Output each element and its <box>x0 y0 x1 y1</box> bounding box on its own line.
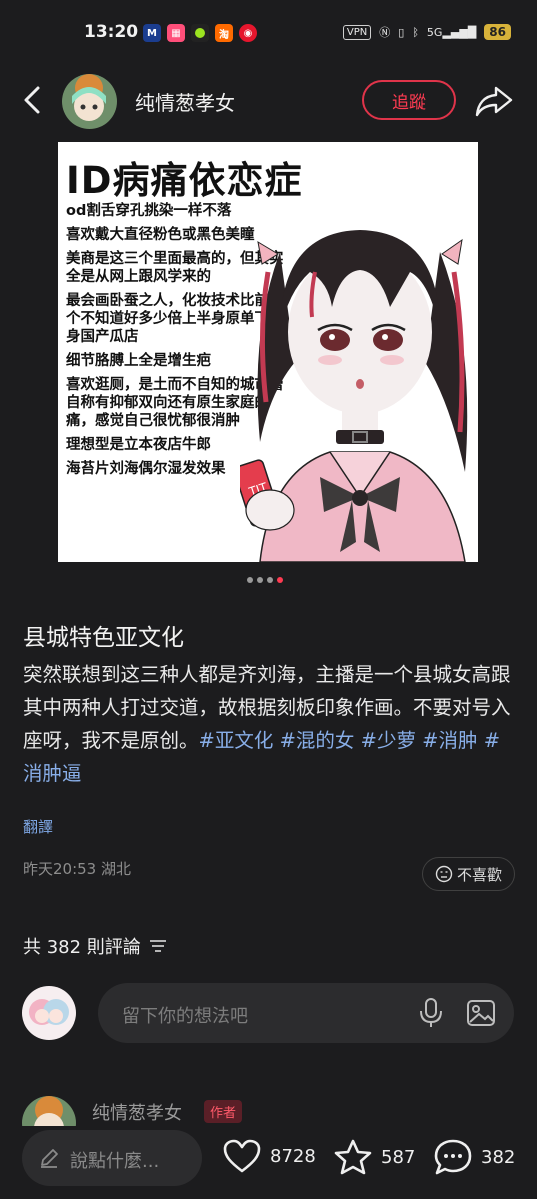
bluetooth-icon: ᛒ <box>412 25 419 39</box>
sad-face-icon <box>435 865 453 883</box>
favorite-button[interactable]: 587 <box>333 1138 415 1176</box>
carousel-dot[interactable] <box>247 577 253 583</box>
comment-item[interactable]: 纯情葱孝女 作者 <box>0 1088 537 1128</box>
say-placeholder: 說點什麼... <box>70 1151 160 1172</box>
carousel-indicator <box>247 577 283 583</box>
post-meta: 昨天20:53 湖北 <box>23 860 131 878</box>
status-bar: 13:20 M ▦ 淘 ◉ VPN Ⓝ ▯ ᛒ 5G▂▄▆█ 86 <box>0 0 537 66</box>
carousel-dot[interactable] <box>267 577 273 583</box>
share-icon[interactable] <box>474 84 514 118</box>
dislike-button[interactable]: 不喜歡 <box>422 857 515 891</box>
author-name[interactable]: 纯情葱孝女 <box>135 87 235 116</box>
status-time: 13:20 <box>84 22 139 42</box>
follow-button[interactable]: 追蹤 <box>362 80 456 120</box>
taobao-app-icon: 淘 <box>215 24 233 42</box>
image-upload-icon[interactable] <box>466 998 496 1028</box>
carousel-dot-active[interactable] <box>277 577 283 583</box>
anime-girl-illustration: TIT <box>240 230 468 562</box>
like-button[interactable]: 8728 <box>222 1138 316 1174</box>
battery-icon: 86 <box>484 24 511 40</box>
author-avatar[interactable] <box>62 74 117 129</box>
comment-input-placeholder: 留下你的想法吧 <box>122 1006 248 1027</box>
user-avatar[interactable] <box>22 986 76 1040</box>
microphone-icon[interactable] <box>418 997 444 1029</box>
app-icon-pink: ▦ <box>167 24 185 42</box>
comment-author[interactable]: 纯情葱孝女 <box>92 1099 182 1125</box>
sort-icon[interactable] <box>149 939 167 953</box>
like-count: 8728 <box>270 1145 316 1167</box>
bottom-action-bar: 說點什麼... 8728 587 382 <box>0 1126 537 1199</box>
chat-bubble-icon <box>434 1139 472 1175</box>
post-body: 突然联想到这三种人都是齐刘海，主播是一个县城女高跟其中两种人打过交道，故根据刻板… <box>23 658 515 790</box>
hashtag[interactable]: #消肿 <box>422 729 477 752</box>
status-system-icons: VPN Ⓝ ▯ ᛒ 5G▂▄▆█ 86 <box>342 24 511 40</box>
translate-link[interactable]: 翻譯 <box>23 816 53 837</box>
hashtag[interactable]: #亚文化 <box>199 729 274 752</box>
hashtag[interactable]: #少萝 <box>361 729 416 752</box>
pencil-icon <box>41 1149 58 1168</box>
favorite-count: 587 <box>381 1146 416 1168</box>
comment-input[interactable]: 留下你的想法吧 <box>98 983 514 1043</box>
comment-count-bottom: 382 <box>481 1146 516 1168</box>
carousel-dot[interactable] <box>257 577 263 583</box>
vpn-icon: VPN <box>342 24 372 40</box>
network-type: 5G <box>426 25 443 39</box>
status-app-icons: M ▦ 淘 ◉ <box>143 24 257 42</box>
weibo-app-icon: ◉ <box>239 24 257 42</box>
star-icon <box>334 1139 372 1175</box>
post-title: 县城特色亚文化 <box>23 625 184 651</box>
comment-avatar[interactable] <box>22 1096 76 1128</box>
comment-button[interactable]: 382 <box>433 1138 515 1176</box>
author-badge: 作者 <box>204 1100 243 1123</box>
hashtag[interactable]: #混的女 <box>280 729 355 752</box>
post-image[interactable]: ID病痛依恋症 od割舌穿孔挑染一样不落 喜欢戴大直径粉色或黑色美瞳 美商是这三… <box>58 142 478 562</box>
heart-icon <box>223 1139 261 1173</box>
comment-count-label: 共 382 則評論 <box>23 937 141 958</box>
dislike-label: 不喜歡 <box>456 865 502 884</box>
vibrate-icon: ▯ <box>398 25 405 39</box>
back-arrow-icon[interactable] <box>18 84 46 116</box>
app-icon-green-dot <box>191 24 209 42</box>
mail-app-icon: M <box>143 24 161 42</box>
say-something-input[interactable]: 說點什麼... <box>22 1130 202 1186</box>
comment-count[interactable]: 共 382 則評論 <box>23 933 167 959</box>
nfc-icon: Ⓝ <box>379 26 391 39</box>
meme-title: ID病痛依恋症 <box>66 159 303 202</box>
signal-icon: 5G▂▄▆█ <box>426 25 477 39</box>
